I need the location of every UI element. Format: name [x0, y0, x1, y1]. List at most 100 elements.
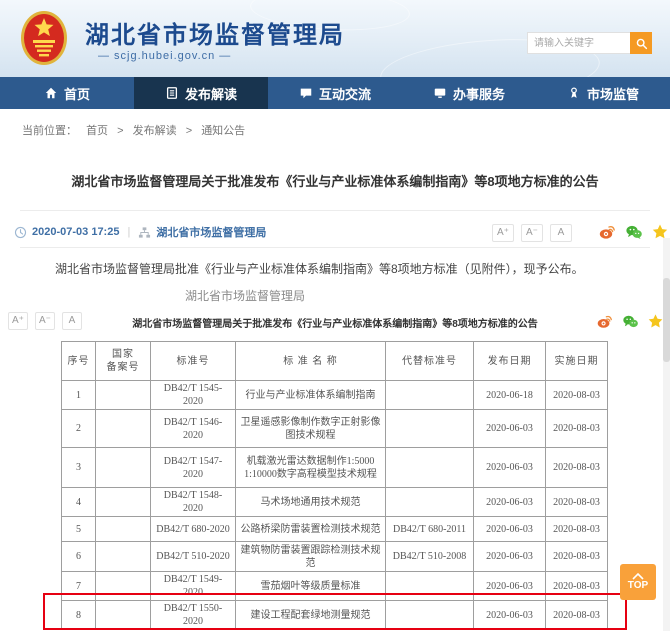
wechat-share-icon[interactable]: [625, 223, 643, 241]
cell-publish-date: 2020-06-03: [474, 448, 546, 488]
search-button[interactable]: [630, 32, 652, 54]
nav-item-label: 办事服务: [453, 84, 505, 103]
cell-seq: 7: [62, 572, 96, 601]
col-header-seq: 序号: [62, 342, 96, 381]
scrollbar[interactable]: [663, 238, 670, 631]
badge-person-icon: [567, 86, 581, 100]
cell-standard-name: 公路桥梁防雷装置检测技术规范: [236, 517, 386, 542]
divider: [20, 210, 650, 211]
cell-standard-no: DB42/T 1547-2020: [151, 448, 236, 488]
main-nav: 首页 发布解读 互动交流 办事服务 市场监管: [0, 77, 670, 109]
cell-publish-date: 2020-06-03: [474, 572, 546, 601]
nav-item-services[interactable]: 办事服务: [402, 77, 536, 109]
cell-record-no: [96, 572, 151, 601]
chevron-up-icon: [632, 573, 644, 580]
nav-item-label: 首页: [64, 84, 90, 103]
home-icon: [44, 86, 58, 100]
nav-item-interaction[interactable]: 互动交流: [268, 77, 402, 109]
wechat-share-icon[interactable]: [622, 313, 639, 330]
cell-seq: 2: [62, 410, 96, 448]
col-header-standard-no: 标准号: [151, 342, 236, 381]
font-reset-button[interactable]: A: [550, 224, 572, 242]
table-row: 1 DB42/T 1545-2020 行业与产业标准体系编制指南 2020-06…: [62, 381, 608, 410]
cell-seq: 6: [62, 542, 96, 572]
breadcrumb-current[interactable]: 通知公告: [201, 125, 245, 137]
nav-item-market-regulation[interactable]: 市场监管: [536, 77, 670, 109]
cell-standard-no: DB42/T 680-2020: [151, 517, 236, 542]
attachment-font-larger-button[interactable]: A⁺: [8, 312, 28, 330]
nav-item-label: 发布解读: [185, 84, 237, 103]
cell-replaced-no: [386, 601, 474, 630]
cell-standard-name: 卫星遥感影像制作数字正射影像图技术规程: [236, 410, 386, 448]
site-url: — scjg.hubei.gov.cn —: [98, 50, 231, 62]
col-header-impl-date: 实施日期: [546, 342, 608, 381]
nav-item-publications[interactable]: 发布解读: [134, 77, 268, 109]
cell-standard-no: DB42/T 1545-2020: [151, 381, 236, 410]
source-sitemap-icon: [138, 226, 151, 239]
cell-replaced-no: [386, 572, 474, 601]
search-icon: [635, 37, 648, 50]
font-smaller-button[interactable]: A⁻: [521, 224, 543, 242]
attachment-font-smaller-button[interactable]: A⁻: [35, 312, 55, 330]
cell-standard-name: 建设工程配套绿地测量规范: [236, 601, 386, 630]
cell-record-no: [96, 381, 151, 410]
cell-record-no: [96, 410, 151, 448]
table-row-highlighted: 8 DB42/T 1550-2020 建设工程配套绿地测量规范 2020-06-…: [62, 601, 608, 630]
weibo-share-icon[interactable]: [596, 313, 613, 330]
favorite-star-icon[interactable]: [647, 313, 664, 330]
cell-record-no: [96, 517, 151, 542]
nav-item-label: 互动交流: [319, 84, 371, 103]
cell-standard-no: DB42/T 510-2020: [151, 542, 236, 572]
top-button-label: TOP: [628, 581, 648, 591]
article-signature: 湖北省市场监督管理局: [185, 287, 305, 304]
cell-impl-date: 2020-08-03: [546, 488, 608, 517]
search-input[interactable]: [527, 32, 630, 54]
col-header-replaced-no: 代替标准号: [386, 342, 474, 381]
article-source: 湖北省市场监督管理局: [156, 224, 266, 240]
cell-record-no: [96, 542, 151, 572]
cell-seq: 3: [62, 448, 96, 488]
nav-item-home[interactable]: 首页: [0, 77, 134, 109]
cell-impl-date: 2020-08-03: [546, 448, 608, 488]
article-body-text: 湖北省市场监督管理局批准《行业与产业标准体系编制指南》等8项地方标准（见附件），…: [55, 261, 595, 278]
cell-standard-name: 行业与产业标准体系编制指南: [236, 381, 386, 410]
scrollbar-thumb[interactable]: [663, 278, 670, 362]
cell-record-no: [96, 448, 151, 488]
cell-standard-no: DB42/T 1546-2020: [151, 410, 236, 448]
cell-seq: 5: [62, 517, 96, 542]
breadcrumb-section[interactable]: 发布解读: [133, 125, 177, 137]
breadcrumb-separator: >: [117, 125, 123, 137]
col-header-publish-date: 发布日期: [474, 342, 546, 381]
table-header-row: 序号 国家 备案号 标准号 标 准 名 称 代替标准号 发布日期 实施日期: [62, 342, 608, 381]
table-row: 7 DB42/T 1549-2020 雪茄烟叶等级质量标准 2020-06-03…: [62, 572, 608, 601]
cell-impl-date: 2020-08-03: [546, 410, 608, 448]
cell-replaced-no: [386, 488, 474, 517]
font-larger-button[interactable]: A⁺: [492, 224, 514, 242]
meta-separator: |: [127, 226, 130, 238]
article-title: 湖北省市场监督管理局关于批准发布《行业与产业标准体系编制指南》等8项地方标准的公…: [30, 171, 640, 190]
cell-impl-date: 2020-08-03: [546, 542, 608, 572]
page: 湖北省市场监督管理局 — scjg.hubei.gov.cn — 首页 发布解读: [0, 0, 670, 631]
cell-publish-date: 2020-06-03: [474, 488, 546, 517]
back-to-top-button[interactable]: TOP: [620, 564, 656, 600]
article-meta: 2020-07-03 17:25 | 湖北省市场监督管理局: [14, 222, 266, 242]
cell-standard-no: DB42/T 1550-2020: [151, 601, 236, 630]
cell-record-no: [96, 601, 151, 630]
cell-replaced-no: DB42/T 680-2011: [386, 517, 474, 542]
cell-standard-name: 马术场地通用技术规范: [236, 488, 386, 517]
attachment-title: 湖北省市场监督管理局关于批准发布《行业与产业标准体系编制指南》等8项地方标准的公…: [100, 315, 570, 330]
breadcrumb: 当前位置： 首页 > 发布解读 > 通知公告: [22, 122, 251, 138]
table-row: 4 DB42/T 1548-2020 马术场地通用技术规范 2020-06-03…: [62, 488, 608, 517]
breadcrumb-home[interactable]: 首页: [86, 125, 108, 137]
cell-seq: 4: [62, 488, 96, 517]
cell-publish-date: 2020-06-18: [474, 381, 546, 410]
cell-impl-date: 2020-08-03: [546, 572, 608, 601]
table-row: 3 DB42/T 1547-2020 机载激光雷达数据制作1:5000 1:10…: [62, 448, 608, 488]
cell-standard-name: 建筑物防雷装置跟踪检测技术规范: [236, 542, 386, 572]
weibo-share-icon[interactable]: [598, 223, 616, 241]
national-emblem-logo: [20, 10, 68, 66]
cell-seq: 1: [62, 381, 96, 410]
cell-impl-date: 2020-08-03: [546, 381, 608, 410]
cell-standard-name: 雪茄烟叶等级质量标准: [236, 572, 386, 601]
attachment-font-reset-button[interactable]: A: [62, 312, 82, 330]
